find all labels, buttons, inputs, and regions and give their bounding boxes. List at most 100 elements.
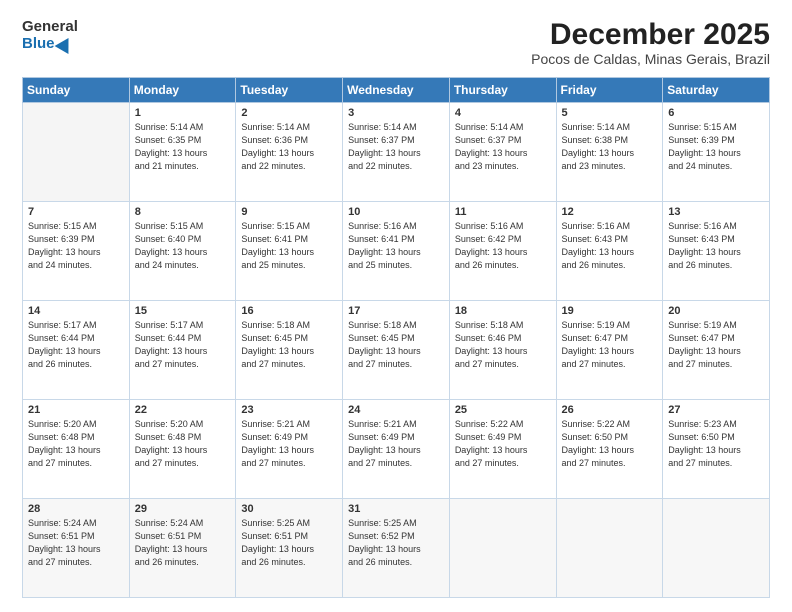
day-number: 12: [562, 206, 658, 218]
calendar-cell: [449, 499, 556, 598]
day-number: 3: [348, 107, 444, 119]
day-info: Sunrise: 5:17 AMSunset: 6:44 PMDaylight:…: [28, 319, 124, 371]
day-info: Sunrise: 5:14 AMSunset: 6:35 PMDaylight:…: [135, 121, 231, 173]
day-number: 28: [28, 503, 124, 515]
calendar-cell: 22 Sunrise: 5:20 AMSunset: 6:48 PMDayligh…: [129, 400, 236, 499]
calendar-cell: 9 Sunrise: 5:15 AMSunset: 6:41 PMDaylight…: [236, 202, 343, 301]
calendar-week-row: 1 Sunrise: 5:14 AMSunset: 6:35 PMDaylight…: [23, 103, 770, 202]
calendar-cell: 5Sunrise: 5:14 AMSunset: 6:38 PMDaylight…: [556, 103, 663, 202]
day-of-week-header: Friday: [556, 78, 663, 103]
day-info: Sunrise: 5:24 AMSunset: 6:51 PMDaylight:…: [28, 517, 124, 569]
day-of-week-header: Wednesday: [343, 78, 450, 103]
day-number: 29: [135, 503, 231, 515]
calendar-week-row: 28 Sunrise: 5:24 AMSunset: 6:51 PMDayligh…: [23, 499, 770, 598]
day-info: Sunrise: 5:16 AMSunset: 6:43 PMDaylight:…: [668, 220, 764, 272]
day-info: Sunrise: 5:18 AMSunset: 6:46 PMDaylight:…: [455, 319, 551, 371]
day-number: 15: [135, 305, 231, 317]
page: General Blue December 2025 Pocos de Cald…: [0, 0, 792, 612]
day-info: Sunrise: 5:19 AMSunset: 6:47 PMDaylight:…: [668, 319, 764, 371]
location-subtitle: Pocos de Caldas, Minas Gerais, Brazil: [531, 51, 770, 67]
day-info: Sunrise: 5:18 AMSunset: 6:45 PMDaylight:…: [241, 319, 337, 371]
day-number: 14: [28, 305, 124, 317]
calendar-cell: 31 Sunrise: 5:25 AMSunset: 6:52 PMDayligh…: [343, 499, 450, 598]
calendar-cell: 14 Sunrise: 5:17 AMSunset: 6:44 PMDayligh…: [23, 301, 130, 400]
day-number: 22: [135, 404, 231, 416]
day-number: 1: [135, 107, 231, 119]
day-of-week-header: Sunday: [23, 78, 130, 103]
calendar-cell: 16 Sunrise: 5:18 AMSunset: 6:45 PMDayligh…: [236, 301, 343, 400]
day-info: Sunrise: 5:22 AMSunset: 6:49 PMDaylight:…: [455, 418, 551, 470]
day-info: Sunrise: 5:22 AMSunset: 6:50 PMDaylight:…: [562, 418, 658, 470]
calendar-cell: 21 Sunrise: 5:20 AMSunset: 6:48 PMDayligh…: [23, 400, 130, 499]
day-info: Sunrise: 5:14 AMSunset: 6:36 PMDaylight:…: [241, 121, 337, 173]
day-info: Sunrise: 5:19 AMSunset: 6:47 PMDaylight:…: [562, 319, 658, 371]
calendar-cell: 27Sunrise: 5:23 AMSunset: 6:50 PMDayligh…: [663, 400, 770, 499]
calendar-cell: 2 Sunrise: 5:14 AMSunset: 6:36 PMDaylight…: [236, 103, 343, 202]
day-of-week-header: Thursday: [449, 78, 556, 103]
day-info: Sunrise: 5:15 AMSunset: 6:39 PMDaylight:…: [28, 220, 124, 272]
day-number: 30: [241, 503, 337, 515]
day-info: Sunrise: 5:20 AMSunset: 6:48 PMDaylight:…: [135, 418, 231, 470]
logo-general: General: [22, 18, 78, 35]
calendar-table: SundayMondayTuesdayWednesdayThursdayFrid…: [22, 77, 770, 598]
calendar-cell: 24Sunrise: 5:21 AMSunset: 6:49 PMDayligh…: [343, 400, 450, 499]
day-info: Sunrise: 5:14 AMSunset: 6:37 PMDaylight:…: [455, 121, 551, 173]
day-info: Sunrise: 5:16 AMSunset: 6:41 PMDaylight:…: [348, 220, 444, 272]
day-info: Sunrise: 5:20 AMSunset: 6:48 PMDaylight:…: [28, 418, 124, 470]
calendar-cell: [556, 499, 663, 598]
day-info: Sunrise: 5:23 AMSunset: 6:50 PMDaylight:…: [668, 418, 764, 470]
calendar-cell: 19Sunrise: 5:19 AMSunset: 6:47 PMDayligh…: [556, 301, 663, 400]
day-number: 17: [348, 305, 444, 317]
day-number: 25: [455, 404, 551, 416]
day-info: Sunrise: 5:18 AMSunset: 6:45 PMDaylight:…: [348, 319, 444, 371]
calendar-cell: 28 Sunrise: 5:24 AMSunset: 6:51 PMDayligh…: [23, 499, 130, 598]
calendar-cell: 23Sunrise: 5:21 AMSunset: 6:49 PMDayligh…: [236, 400, 343, 499]
calendar-cell: 10 Sunrise: 5:16 AMSunset: 6:41 PMDayligh…: [343, 202, 450, 301]
day-number: 9: [241, 206, 337, 218]
day-info: Sunrise: 5:16 AMSunset: 6:42 PMDaylight:…: [455, 220, 551, 272]
calendar-cell: 4Sunrise: 5:14 AMSunset: 6:37 PMDaylight…: [449, 103, 556, 202]
day-number: 13: [668, 206, 764, 218]
calendar-header: SundayMondayTuesdayWednesdayThursdayFrid…: [23, 78, 770, 103]
calendar-cell: 30Sunrise: 5:25 AMSunset: 6:51 PMDayligh…: [236, 499, 343, 598]
calendar-week-row: 7 Sunrise: 5:15 AMSunset: 6:39 PMDaylight…: [23, 202, 770, 301]
day-number: 23: [241, 404, 337, 416]
calendar-cell: 29 Sunrise: 5:24 AMSunset: 6:51 PMDayligh…: [129, 499, 236, 598]
calendar-cell: 18 Sunrise: 5:18 AMSunset: 6:46 PMDayligh…: [449, 301, 556, 400]
calendar-cell: 7 Sunrise: 5:15 AMSunset: 6:39 PMDaylight…: [23, 202, 130, 301]
day-number: 10: [348, 206, 444, 218]
day-info: Sunrise: 5:24 AMSunset: 6:51 PMDaylight:…: [135, 517, 231, 569]
day-number: 18: [455, 305, 551, 317]
day-info: Sunrise: 5:25 AMSunset: 6:52 PMDaylight:…: [348, 517, 444, 569]
calendar-cell: 8Sunrise: 5:15 AMSunset: 6:40 PMDaylight…: [129, 202, 236, 301]
logo-blue: Blue: [22, 35, 78, 52]
calendar-body: 1 Sunrise: 5:14 AMSunset: 6:35 PMDaylight…: [23, 103, 770, 598]
day-info: Sunrise: 5:17 AMSunset: 6:44 PMDaylight:…: [135, 319, 231, 371]
day-info: Sunrise: 5:15 AMSunset: 6:41 PMDaylight:…: [241, 220, 337, 272]
day-of-week-header: Monday: [129, 78, 236, 103]
day-number: 2: [241, 107, 337, 119]
calendar-cell: 17 Sunrise: 5:18 AMSunset: 6:45 PMDayligh…: [343, 301, 450, 400]
day-number: 31: [348, 503, 444, 515]
calendar-cell: 20 Sunrise: 5:19 AMSunset: 6:47 PMDayligh…: [663, 301, 770, 400]
day-info: Sunrise: 5:14 AMSunset: 6:37 PMDaylight:…: [348, 121, 444, 173]
day-number: 16: [241, 305, 337, 317]
calendar-week-row: 21 Sunrise: 5:20 AMSunset: 6:48 PMDayligh…: [23, 400, 770, 499]
calendar-cell: [663, 499, 770, 598]
day-number: 5: [562, 107, 658, 119]
day-of-week-header: Tuesday: [236, 78, 343, 103]
day-number: 21: [28, 404, 124, 416]
day-number: 11: [455, 206, 551, 218]
day-number: 20: [668, 305, 764, 317]
day-of-week-header: Saturday: [663, 78, 770, 103]
calendar-cell: 11 Sunrise: 5:16 AMSunset: 6:42 PMDayligh…: [449, 202, 556, 301]
calendar-week-row: 14 Sunrise: 5:17 AMSunset: 6:44 PMDayligh…: [23, 301, 770, 400]
calendar-cell: 25 Sunrise: 5:22 AMSunset: 6:49 PMDayligh…: [449, 400, 556, 499]
day-info: Sunrise: 5:16 AMSunset: 6:43 PMDaylight:…: [562, 220, 658, 272]
day-number: 7: [28, 206, 124, 218]
logo: General Blue: [22, 18, 78, 53]
header: General Blue December 2025 Pocos de Cald…: [22, 18, 770, 67]
calendar-cell: 13 Sunrise: 5:16 AMSunset: 6:43 PMDayligh…: [663, 202, 770, 301]
day-number: 26: [562, 404, 658, 416]
day-info: Sunrise: 5:15 AMSunset: 6:39 PMDaylight:…: [668, 121, 764, 173]
